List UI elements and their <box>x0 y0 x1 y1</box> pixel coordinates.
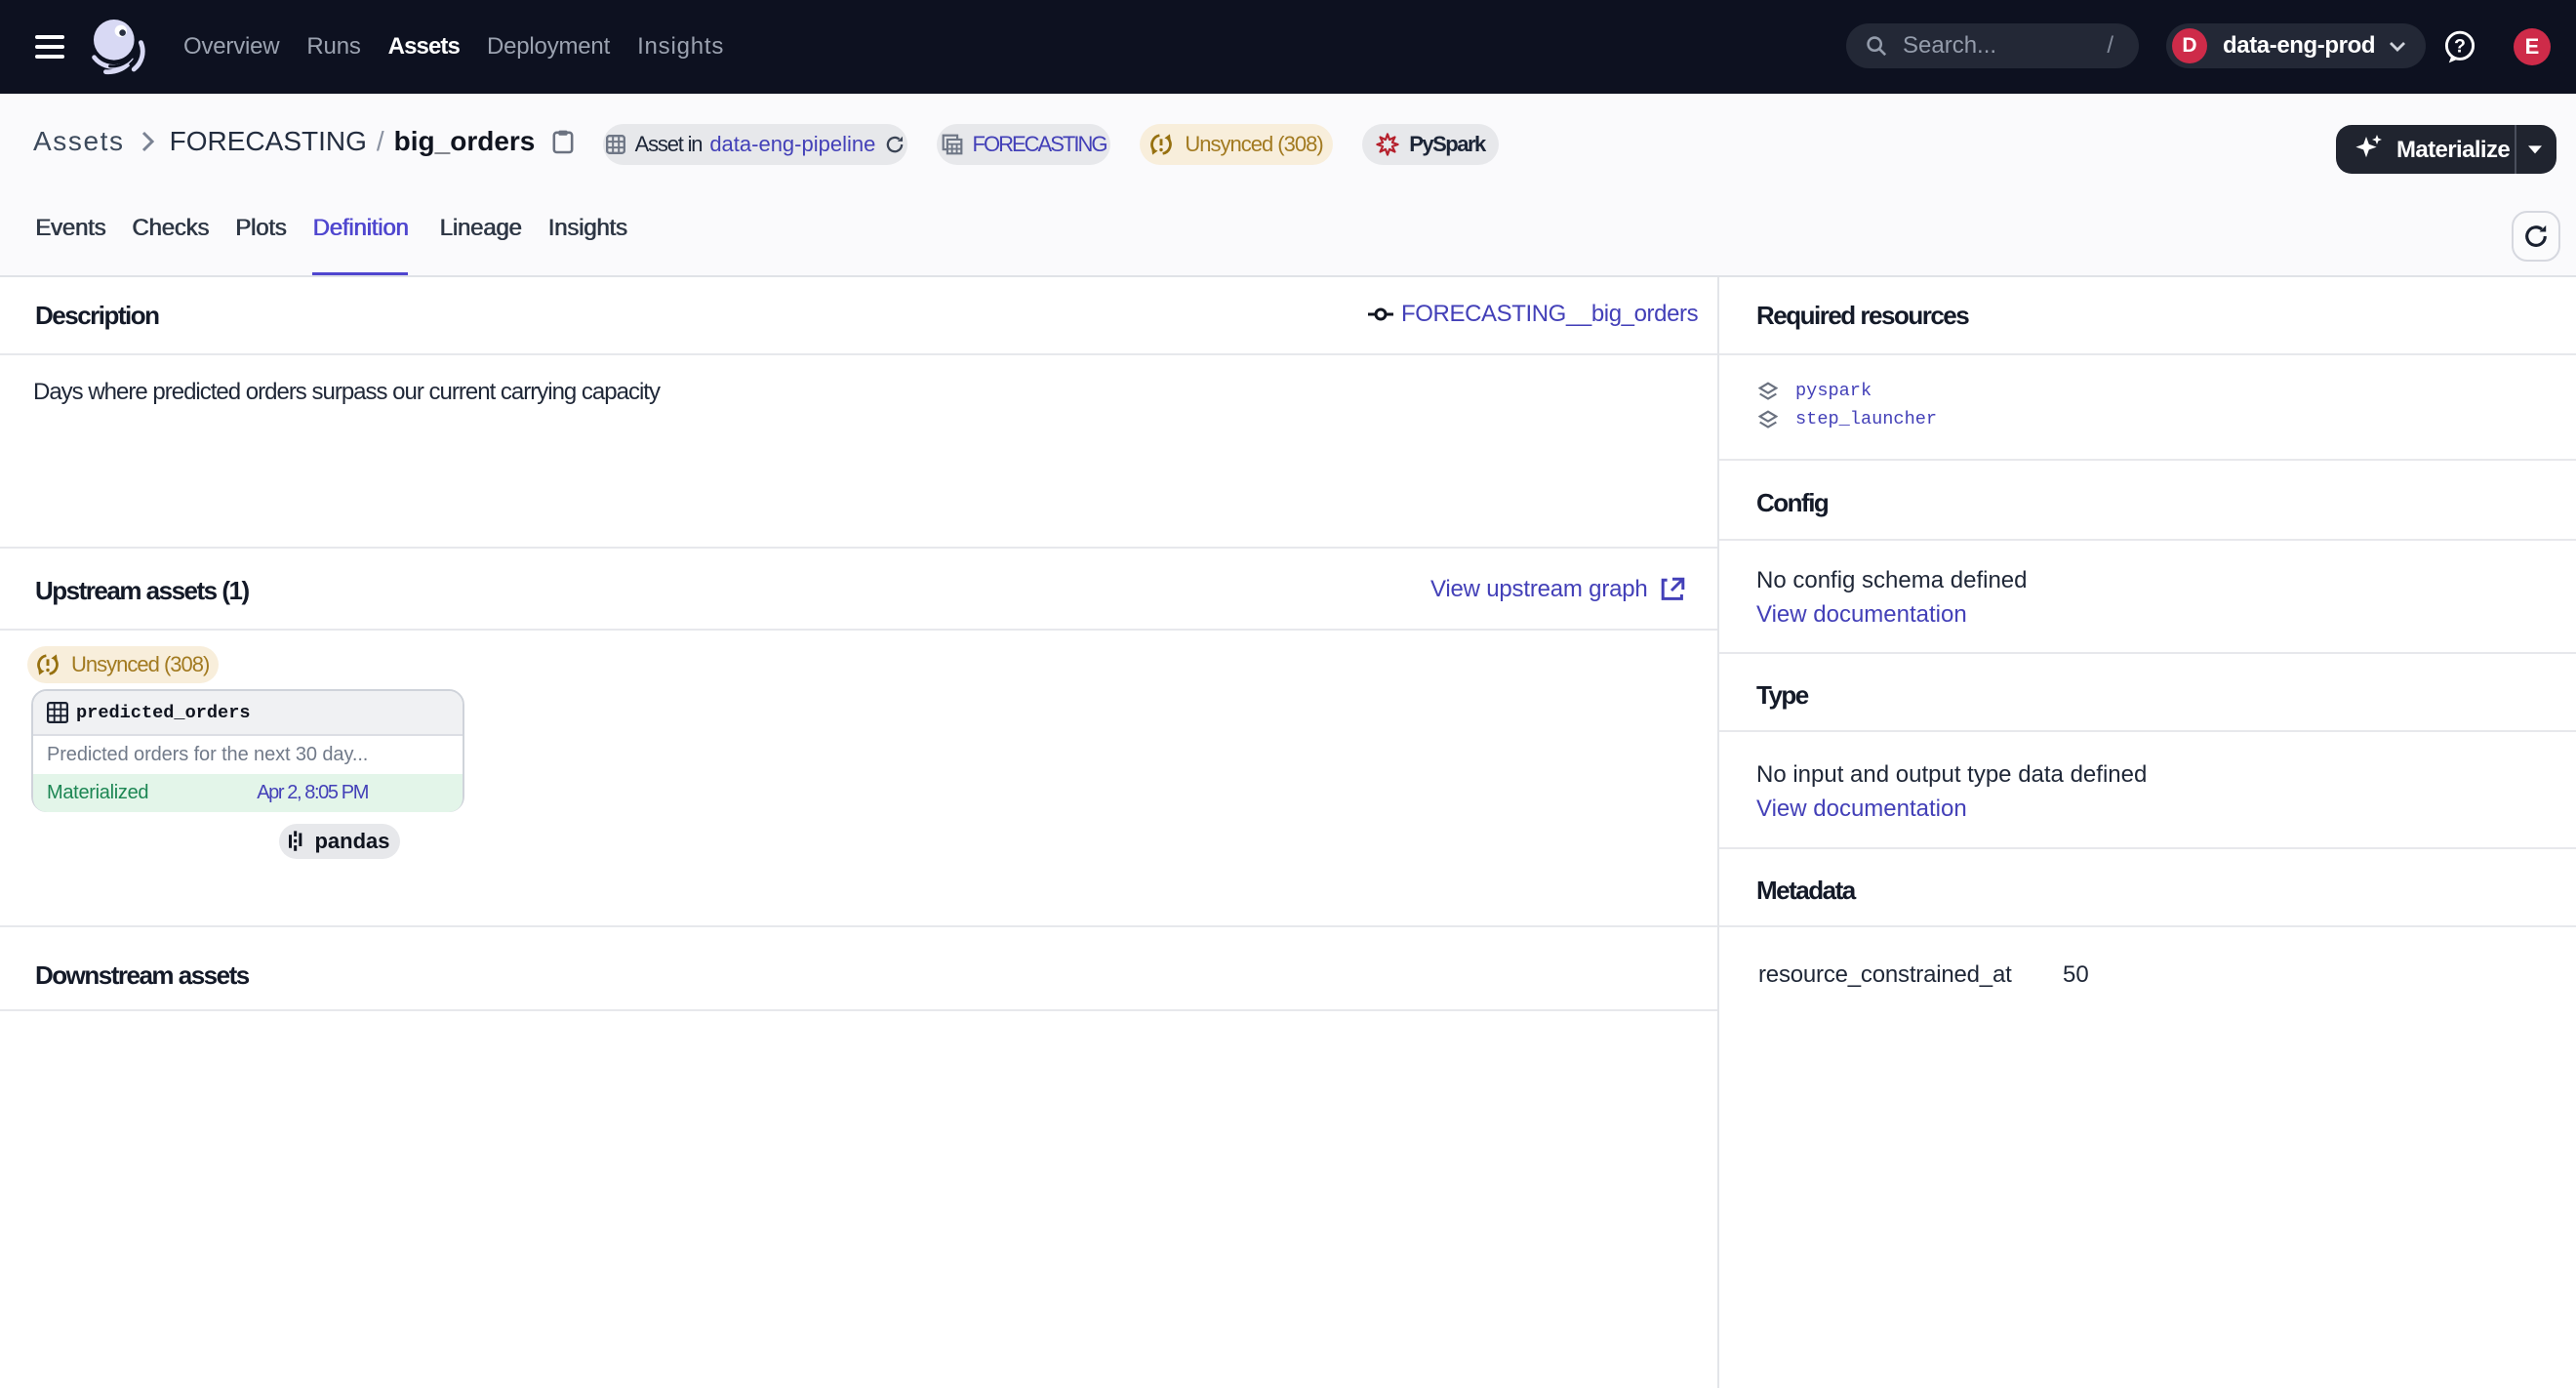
svg-text:?: ? <box>2454 36 2466 58</box>
svg-text:Materialize: Materialize <box>2396 137 2510 163</box>
